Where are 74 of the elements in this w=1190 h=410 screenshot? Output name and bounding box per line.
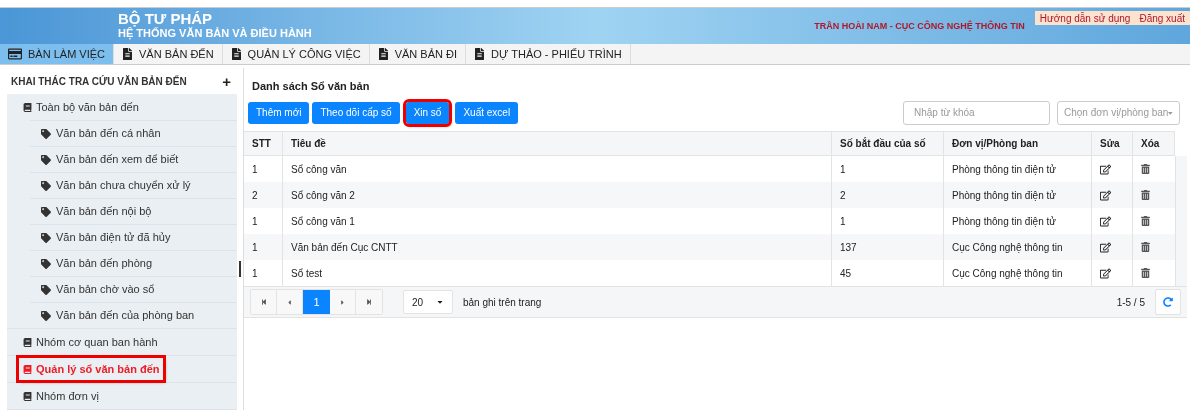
previous-icon <box>286 298 293 306</box>
trash-icon[interactable] <box>1141 268 1150 278</box>
column-header: Số bắt đầu của số <box>832 132 944 155</box>
document-icon <box>122 48 134 60</box>
sidebar-subitem[interactable]: Văn bản đến của phòng ban <box>41 307 195 324</box>
header-link[interactable]: Hướng dẫn sử dụng <box>1039 10 1131 26</box>
book-icon <box>23 337 32 347</box>
first-page-icon <box>260 299 267 305</box>
sidebar-item[interactable]: Toàn bộ văn bản đến <box>19 95 143 119</box>
sidebar-item[interactable]: Quản lý sổ văn bản đến <box>19 357 164 381</box>
sidebar-subitem[interactable]: Văn bản đến nội bộ <box>41 203 152 220</box>
sidebar-subitem[interactable]: Văn bản điện tử đã hủy <box>41 229 171 246</box>
trash-icon[interactable] <box>1141 242 1150 252</box>
splitter-handle[interactable] <box>239 261 241 277</box>
edit-icon[interactable] <box>1100 215 1111 227</box>
action-button[interactable]: Xuất excel <box>455 101 519 124</box>
trash-icon[interactable] <box>1141 216 1150 226</box>
tag-icon <box>41 232 51 243</box>
card-icon <box>8 47 22 61</box>
sidebar-item[interactable]: Nhóm đơn vị <box>19 384 103 408</box>
sidebar-subitem[interactable]: Văn bản đến xem để biết <box>41 151 179 168</box>
document-icon <box>377 48 389 60</box>
sidebar-subitem[interactable]: Văn bản chưa chuyển xử lý <box>41 177 191 194</box>
tag-icon <box>41 180 51 191</box>
book-icon <box>23 391 32 401</box>
tag-icon <box>41 284 51 295</box>
page-size-label: bản ghi trên trang <box>463 295 542 310</box>
tag-icon <box>41 206 51 217</box>
tag-icon <box>41 154 51 165</box>
keyword-search-field[interactable]: Nhập từ khóa <box>903 100 1050 125</box>
document-icon <box>474 48 486 60</box>
system-title: HỆ THỐNG VĂN BẢN VÀ ĐIỀU HÀNH <box>118 26 312 40</box>
sidebar-item[interactable]: Nhóm cơ quan ban hành <box>19 330 162 354</box>
tag-icon <box>41 310 51 321</box>
record-range: 1-5 / 5 <box>1116 295 1145 310</box>
scrollbar[interactable] <box>1175 156 1187 286</box>
column-header: Đơn vị/Phòng ban <box>944 132 1092 155</box>
caret-icon <box>436 298 444 306</box>
document-icon <box>230 48 242 60</box>
tag-icon <box>41 128 51 139</box>
trash-icon[interactable] <box>1141 190 1150 200</box>
edit-icon[interactable] <box>1100 189 1111 201</box>
action-button[interactable]: Thêm mới <box>248 101 310 124</box>
list-title: Danh sách Sổ văn bản <box>251 79 371 94</box>
action-button[interactable]: Xin số <box>405 101 450 124</box>
sidebar-title: KHAI THÁC TRA CỨU VĂN BẢN ĐẾN <box>11 74 187 89</box>
refresh-icon <box>1163 297 1173 307</box>
edit-icon[interactable] <box>1100 241 1111 253</box>
org-title: BỘ TƯ PHÁP <box>118 11 213 26</box>
last-page-icon <box>366 299 372 305</box>
edit-icon[interactable] <box>1100 267 1111 279</box>
refresh-button[interactable] <box>1155 289 1181 315</box>
header-link[interactable]: Đăng xuất <box>1139 10 1185 26</box>
sidebar-subitem[interactable]: Văn bản chờ vào sổ <box>41 281 155 298</box>
last-page-button[interactable] <box>356 290 382 314</box>
tag-icon <box>41 258 51 269</box>
action-button[interactable]: Theo dõi cấp số <box>312 101 400 124</box>
next-icon <box>339 298 346 306</box>
sidebar-subitem[interactable]: Văn bản đến cá nhân <box>41 125 161 142</box>
first-page-button[interactable] <box>251 290 277 314</box>
add-button[interactable]: + <box>222 73 231 89</box>
user-name: TRẦN HOÀI NAM - CỤC CÔNG NGHỆ THÔNG TIN <box>814 19 1026 33</box>
nav-tab[interactable]: BÀN LÀM VIỆC <box>0 44 115 64</box>
column-header: Sửa <box>1092 132 1133 155</box>
sidebar-subitem[interactable]: Văn bản đến phòng <box>41 255 153 272</box>
page-size-select[interactable]: 20 <box>403 290 453 314</box>
edit-icon[interactable] <box>1100 163 1111 175</box>
trash-icon[interactable] <box>1141 164 1150 174</box>
column-header: STT <box>244 132 283 155</box>
page-button[interactable]: 1 <box>303 290 330 314</box>
book-icon <box>23 102 32 112</box>
book-icon <box>23 364 32 374</box>
column-header: Tiêu đề <box>283 132 832 155</box>
column-header: Xóa <box>1133 132 1175 155</box>
